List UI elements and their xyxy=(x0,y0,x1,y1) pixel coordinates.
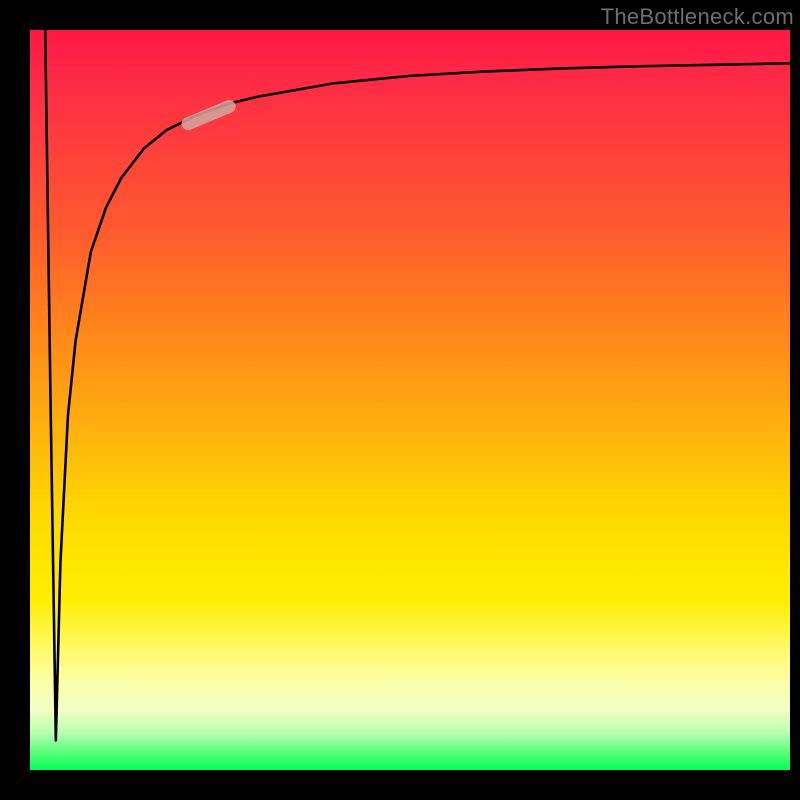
chart-stage: TheBottleneck.com xyxy=(0,0,800,800)
bottleneck-curve xyxy=(45,30,790,740)
watermark-text: TheBottleneck.com xyxy=(601,4,794,30)
plot-area xyxy=(30,30,790,770)
curve-layer xyxy=(30,30,790,770)
highlight-pill xyxy=(179,98,237,132)
